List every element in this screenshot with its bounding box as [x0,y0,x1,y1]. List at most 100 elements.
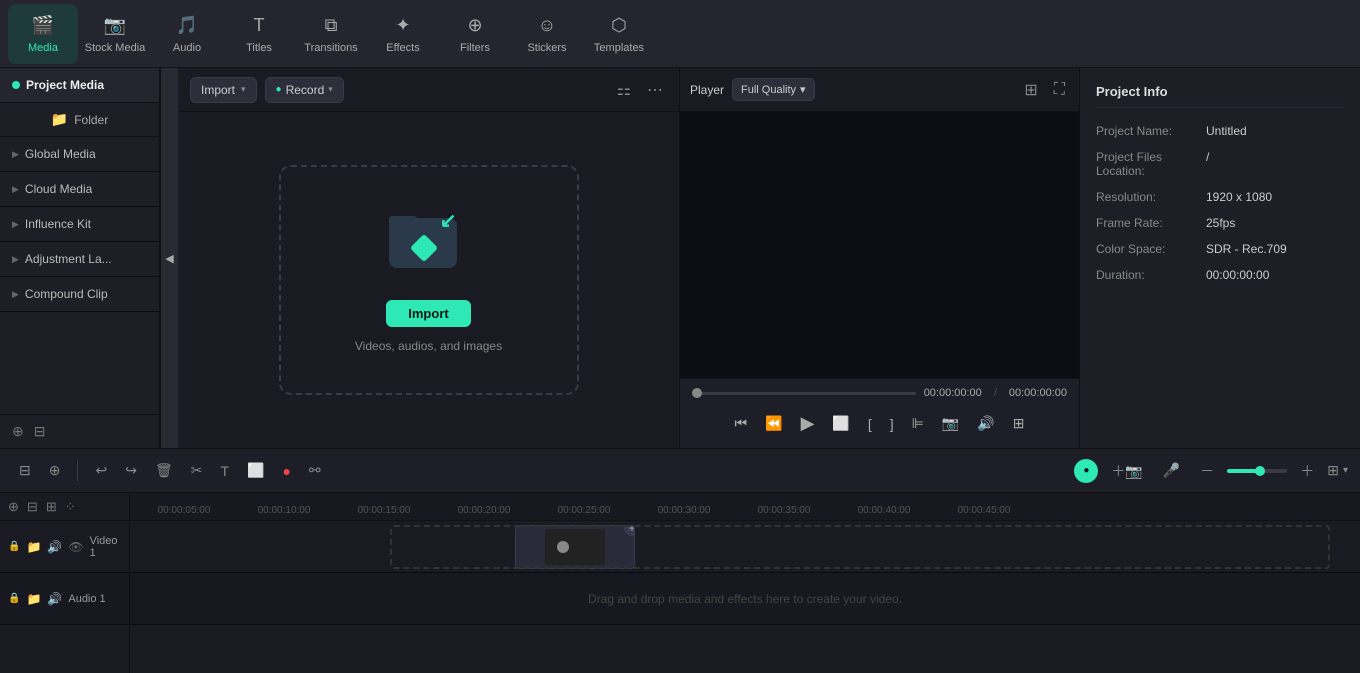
delete-button[interactable]: 🗑 [148,457,180,484]
chevron-icon: ▶ [12,254,19,265]
stop-button[interactable]: ⬜ [826,411,855,436]
audio-track-folder-icon[interactable]: 📁 [26,592,41,606]
media-panel-toolbar: Import ▾ ● Record ▾ ⚏ ⋯ [178,68,679,112]
transitions-toolbar-icon: ⧉ [319,14,343,38]
voice-button[interactable]: 🎤 [1156,457,1187,484]
video-track-folder-icon[interactable]: 📁 [26,540,41,554]
toolbar-item-audio[interactable]: 🎵 Audio [152,4,222,64]
layout-toggle[interactable]: ⊞ ▾ [1327,462,1348,479]
zoom-slider[interactable] [1227,469,1287,473]
segments-view-button[interactable]: ⊟ [12,457,38,484]
project-info-row: Duration: 00:00:00:00 [1096,268,1344,282]
timeline-tracks: + Drag and drop media and effects here t… [130,521,1360,673]
step-back-button[interactable]: ⏪ [759,411,788,436]
transitions-toolbar-label: Transitions [304,42,357,54]
import-drop-button[interactable]: Import [386,300,470,327]
split-track-icon[interactable]: ⁘ [65,499,76,515]
info-value: 1920 x 1080 [1206,190,1272,204]
audio-track-mute-icon[interactable]: 🔊 [47,592,62,606]
info-value: SDR - Rec.709 [1206,242,1287,256]
toolbar-item-transitions[interactable]: ⧉ Transitions [296,4,366,64]
progress-thumb[interactable] [692,388,702,398]
ruler-mark: 00:00:15:00 [334,505,434,516]
unlink-button[interactable]: ⚯ [302,457,328,484]
undo-button[interactable]: ↩ [88,457,114,484]
record-button[interactable]: ● Record ▾ [265,77,344,103]
audio-track[interactable]: Drag and drop media and effects here to … [130,573,1360,625]
link-track-icon[interactable]: ⊞ [46,499,57,515]
sidebar-item-global-media[interactable]: ▶ Global Media [0,137,159,172]
filters-toolbar-icon: ⊕ [463,14,487,38]
crop-button[interactable]: ⬜ [240,457,271,484]
cut-button[interactable]: ✂ [184,457,210,484]
info-label: Resolution: [1096,190,1206,204]
markers-button[interactable]: ⊫ [906,411,930,436]
video-track[interactable]: + [130,521,1360,573]
progress-track[interactable] [692,392,916,395]
import-drop-label: Import [408,306,448,321]
toolbar-item-effects[interactable]: ✦ Effects [368,4,438,64]
stock-media-toolbar-label: Stock Media [85,42,146,54]
toolbar-item-filters[interactable]: ⊕ Filters [440,4,510,64]
chevron-icon: ▶ [12,289,19,300]
top-toolbar: 🎬 Media 📷 Stock Media 🎵 Audio T Titles ⧉… [0,0,1360,68]
audio-track-name: Audio 1 [68,593,105,605]
go-to-start-button[interactable]: ⏮ [729,411,754,436]
toolbar-item-stock-media[interactable]: 📷 Stock Media [80,4,150,64]
zoom-thumb[interactable] [1255,466,1265,476]
audio-toolbar-icon: 🎵 [175,14,199,38]
audio-button[interactable]: 🔊 [971,411,1000,436]
toolbar-item-titles[interactable]: T Titles [224,4,294,64]
remove-track-icon[interactable]: ⊟ [27,499,38,515]
sidebar-item-cloud-media[interactable]: ▶ Cloud Media [0,172,159,207]
ruler-mark: 00:00:25:00 [534,505,634,516]
play-button[interactable]: ▶ [795,409,821,438]
import-button[interactable]: Import ▾ [190,77,257,103]
media-toolbar-label: Media [28,42,58,54]
add-folder-icon[interactable]: ⊕ [12,423,24,440]
import-arrow-icon: ▾ [241,84,246,95]
timeline-ruler[interactable]: 00:00:05:0000:00:10:0000:00:15:0000:00:2… [130,493,1360,521]
video-track-audio-icon[interactable]: 🔊 [47,540,62,554]
drop-hint: Drag and drop media and effects here to … [130,573,1360,624]
info-label: Color Space: [1096,242,1206,256]
toolbar-item-media[interactable]: 🎬 Media [8,4,78,64]
add-media-button[interactable]: ＋📷 [1104,456,1149,486]
snapshot-button[interactable]: 📷 [936,411,965,436]
settings-extra-button[interactable]: ⊞ [1007,411,1031,436]
split-view-icon[interactable]: ⊞ [1020,76,1041,104]
sidebar-collapse-button[interactable]: ◀ [160,68,178,448]
edit-toolbar-right: ● ＋📷 🎤 － ＋ ⊞ ▾ [1074,456,1348,486]
remove-folder-icon[interactable]: ⊟ [34,423,46,440]
sidebar-item-compound-clip[interactable]: ▶ Compound Clip [0,277,159,312]
zoom-in-button[interactable]: ＋ [1293,456,1321,486]
sidebar-item-adjustment-la[interactable]: ▶ Adjustment La... [0,242,159,277]
player-video-area [680,112,1079,378]
sidebar-bottom-icons: ⊕ ⊟ [0,414,159,448]
text-button[interactable]: T [213,458,236,484]
redo-button[interactable]: ↪ [118,457,144,484]
folder-item[interactable]: 📁 Folder [0,103,159,137]
add-track-icon[interactable]: ⊕ [8,499,19,515]
out-point-button[interactable]: ] [884,412,900,436]
effects-toolbar-icon: ✦ [391,14,415,38]
zoom-out-button[interactable]: － [1193,456,1221,486]
toolbar-item-stickers[interactable]: ☺ Stickers [512,4,582,64]
filter-icon[interactable]: ⚏ [613,76,635,104]
current-time: 00:00:00:00 [924,387,982,399]
magnetic-button[interactable]: ⊕ [42,457,68,484]
video-track-eye-icon[interactable]: 👁 [68,540,83,554]
in-point-button[interactable]: [ [862,412,878,436]
sidebar-item-label: Influence Kit [25,217,91,231]
ruler-mark: 00:00:40:00 [834,505,934,516]
media-drop-area: ↙ Import Videos, audios, and images [178,112,679,448]
info-label: Project Name: [1096,124,1206,138]
more-options-icon[interactable]: ⋯ [643,76,667,104]
play-toggle-button[interactable]: ● [1074,459,1098,483]
speed-button[interactable]: ● [275,458,297,484]
quality-select[interactable]: Full Quality ▾ [732,78,815,101]
toolbar-item-templates[interactable]: ⬡ Templates [584,4,654,64]
fullscreen-icon[interactable]: ⛶ [1050,77,1069,103]
project-media-header[interactable]: Project Media [0,68,159,103]
sidebar-item-influence-kit[interactable]: ▶ Influence Kit [0,207,159,242]
